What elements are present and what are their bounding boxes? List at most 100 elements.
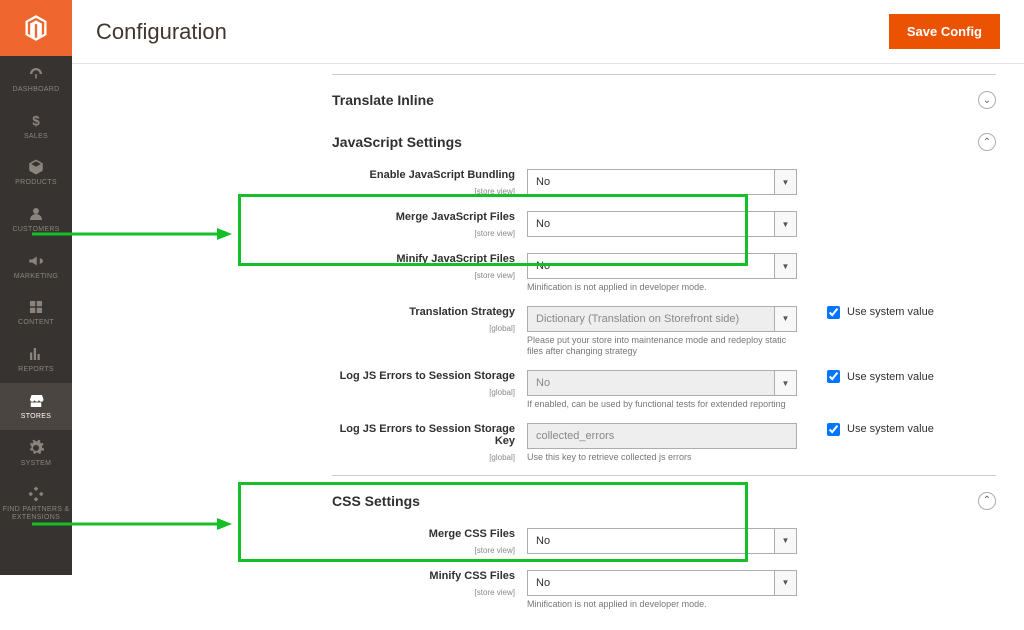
- chevron-up-icon: ⌃: [978, 492, 996, 510]
- select-value: Dictionary (Translation on Storefront si…: [536, 313, 739, 325]
- nav-label: PRODUCTS: [15, 179, 57, 187]
- dashboard-icon: [27, 65, 45, 83]
- field-enable-js-bundling: Enable JavaScript Bundling[store view] N…: [332, 163, 996, 205]
- field-scope: [store view]: [475, 271, 515, 280]
- nav-label: STORES: [21, 413, 51, 421]
- section-header-js[interactable]: JavaScript Settings ⌃: [332, 117, 996, 159]
- input-log-js-key: [527, 423, 797, 449]
- field-label: Merge CSS Files: [332, 528, 515, 540]
- field-label: Minify JavaScript Files: [332, 253, 515, 265]
- page-header: Configuration Save Config: [72, 0, 1024, 64]
- field-scope: [store view]: [475, 229, 515, 238]
- section-css-settings: CSS Settings ⌃ Merge CSS Files [store vie…: [332, 475, 996, 621]
- nav-content[interactable]: CONTENT: [0, 289, 72, 336]
- chevron-down-icon: ▼: [774, 212, 796, 236]
- section-header-translate[interactable]: Translate Inline ⌄: [332, 75, 996, 117]
- nav-label: CUSTOMERS: [12, 226, 59, 234]
- field-minify-css: Minify CSS Files [store view] No▼ Minifica…: [332, 564, 996, 617]
- field-log-js-errors: Log JS Errors to Session Storage [global]…: [332, 364, 996, 417]
- nav-dashboard[interactable]: DASHBOARD: [0, 56, 72, 103]
- nav-customers[interactable]: CUSTOMERS: [0, 196, 72, 243]
- checkbox-use-system-logjs[interactable]: [827, 370, 840, 383]
- person-icon: [27, 205, 45, 223]
- megaphone-icon: [27, 252, 45, 270]
- chevron-down-icon: ▼: [774, 307, 796, 331]
- section-header-css[interactable]: CSS Settings ⌃: [332, 476, 996, 518]
- nav-system[interactable]: SYSTEM: [0, 430, 72, 477]
- field-label: Translation Strategy: [332, 306, 515, 318]
- field-scope: [store view]: [475, 546, 515, 555]
- field-label: Merge JavaScript Files: [332, 211, 515, 223]
- select-merge-css[interactable]: No▼: [527, 528, 797, 554]
- nav-label: REPORTS: [18, 366, 54, 374]
- field-scope: [global]: [489, 388, 515, 397]
- select-minify-css[interactable]: No▼: [527, 570, 797, 596]
- section-title: Translate Inline: [332, 92, 434, 108]
- checkbox-use-system-translation[interactable]: [827, 306, 840, 319]
- field-minify-js: Minify JavaScript Files [store view] No ▼ M…: [332, 247, 996, 300]
- magento-icon: [22, 14, 50, 42]
- nav-products[interactable]: PRODUCTS: [0, 149, 72, 196]
- box-icon: [27, 158, 45, 176]
- section-translate-inline: Translate Inline ⌄: [332, 74, 996, 117]
- chevron-down-icon: ▼: [774, 371, 796, 395]
- chevron-up-icon: ⌃: [978, 133, 996, 151]
- chevron-down-icon: ▼: [774, 571, 796, 595]
- field-scope: [store view]: [475, 588, 515, 597]
- magento-logo[interactable]: [0, 0, 72, 56]
- nav-label: CONTENT: [18, 319, 54, 327]
- select-value: No: [536, 176, 550, 188]
- field-translation-strategy: Translation Strategy [global] Dictionary …: [332, 300, 996, 364]
- select-value: No: [536, 260, 550, 272]
- select-translation-strategy: Dictionary (Translation on Storefront si…: [527, 306, 797, 332]
- field-merge-css: Merge CSS Files [store view] No▼: [332, 522, 996, 564]
- field-log-js-errors-key: Log JS Errors to Session Storage Key [glo…: [332, 417, 996, 471]
- helper-text: Use this key to retrieve collected js er…: [527, 452, 797, 464]
- nav-label: SALES: [24, 133, 48, 141]
- checkbox-label: Use system value: [847, 371, 934, 383]
- field-scope: [global]: [489, 324, 515, 333]
- nav-reports[interactable]: REPORTS: [0, 336, 72, 383]
- helper-text: If enabled, can be used by functional te…: [527, 399, 797, 411]
- chevron-down-icon: ▼: [774, 170, 796, 194]
- select-minify-js[interactable]: No ▼: [527, 253, 797, 279]
- helper-text: Minification is not applied in developer…: [527, 599, 797, 611]
- select-merge-js[interactable]: No ▼: [527, 211, 797, 237]
- squares-icon: [27, 298, 45, 316]
- section-javascript-settings: JavaScript Settings ⌃ Enable JavaScript …: [332, 117, 996, 475]
- field-label: Log JS Errors to Session Storage: [332, 370, 515, 382]
- field-merge-js: Merge JavaScript Files [store view] No ▼: [332, 205, 996, 247]
- chevron-down-icon: ▼: [774, 254, 796, 278]
- field-label: Log JS Errors to Session Storage Key: [332, 423, 515, 447]
- nav-stores[interactable]: STORES: [0, 383, 72, 430]
- checkbox-label: Use system value: [847, 306, 934, 318]
- chart-icon: [27, 345, 45, 363]
- save-config-button[interactable]: Save Config: [889, 14, 1000, 49]
- nav-label: DASHBOARD: [12, 86, 59, 94]
- field-scope: [global]: [489, 453, 515, 462]
- config-content: Translate Inline ⌄ JavaScript Settings ⌃…: [72, 64, 1024, 630]
- section-title: CSS Settings: [332, 493, 420, 509]
- nav-label: FIND PARTNERS & EXTENSIONS: [0, 506, 72, 521]
- select-js-bundling[interactable]: No ▼: [527, 169, 797, 195]
- svg-text:$: $: [32, 113, 40, 128]
- handshake-icon: [27, 485, 45, 503]
- select-log-js-errors: No ▼: [527, 370, 797, 396]
- select-value: No: [536, 377, 550, 389]
- select-value: No: [536, 218, 550, 230]
- nav-marketing[interactable]: MARKETING: [0, 243, 72, 290]
- nav-label: MARKETING: [14, 273, 58, 281]
- store-icon: [27, 392, 45, 410]
- chevron-down-icon: ⌄: [978, 91, 996, 109]
- checkbox-label: Use system value: [847, 423, 934, 435]
- field-label: Minify CSS Files: [332, 570, 515, 582]
- main-area: Configuration Save Config Translate Inli…: [72, 0, 1024, 575]
- field-label: Enable JavaScript Bundling: [332, 169, 515, 181]
- nav-label: SYSTEM: [21, 460, 52, 468]
- nav-sales[interactable]: $ SALES: [0, 103, 72, 150]
- chevron-down-icon: ▼: [774, 529, 796, 553]
- checkbox-use-system-logjskey[interactable]: [827, 423, 840, 436]
- helper-text: Minification is not applied in developer…: [527, 282, 797, 294]
- page-title: Configuration: [96, 19, 227, 45]
- nav-partners[interactable]: FIND PARTNERS & EXTENSIONS: [0, 476, 72, 530]
